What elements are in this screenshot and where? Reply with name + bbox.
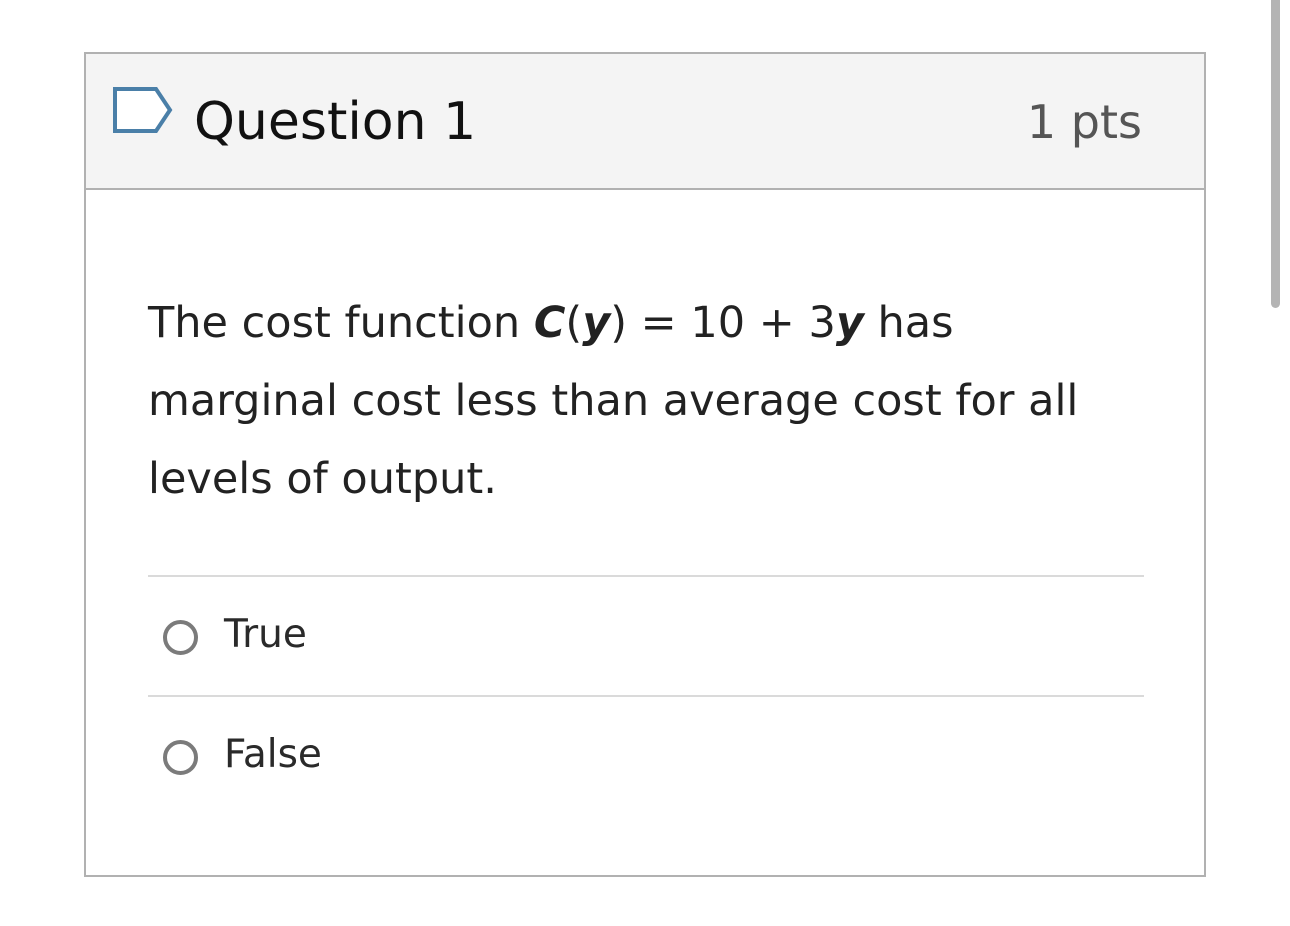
answer-label-false[interactable]: False (224, 730, 322, 780)
paren-close: ) (610, 298, 628, 348)
flag-icon[interactable] (112, 86, 174, 138)
cost-function-var: y (582, 298, 611, 348)
question-card: Question 1 1 pts The cost function C(y) … (84, 52, 1206, 877)
question-text: The cost function C(y) = 10 + 3y has mar… (148, 284, 1128, 518)
answer-option-true[interactable]: True (148, 596, 1144, 676)
question-title: Question 1 (194, 92, 477, 152)
question-header: Question 1 1 pts (86, 54, 1204, 190)
radio-button-true[interactable] (163, 620, 198, 655)
paren-open: ( (565, 298, 583, 348)
question-text-part1: The cost function (148, 298, 534, 348)
radio-button-false[interactable] (163, 740, 198, 775)
output-var: y (835, 298, 864, 348)
scrollbar-thumb[interactable] (1271, 0, 1280, 308)
answer-divider (148, 575, 1144, 577)
answer-divider (148, 695, 1144, 697)
answer-label-true[interactable]: True (224, 610, 307, 660)
answer-option-false[interactable]: False (148, 716, 1144, 796)
question-points: 1 pts (1026, 95, 1142, 149)
cost-function-name: C (533, 298, 566, 348)
question-text-part2: = 10 + 3 (627, 298, 836, 348)
